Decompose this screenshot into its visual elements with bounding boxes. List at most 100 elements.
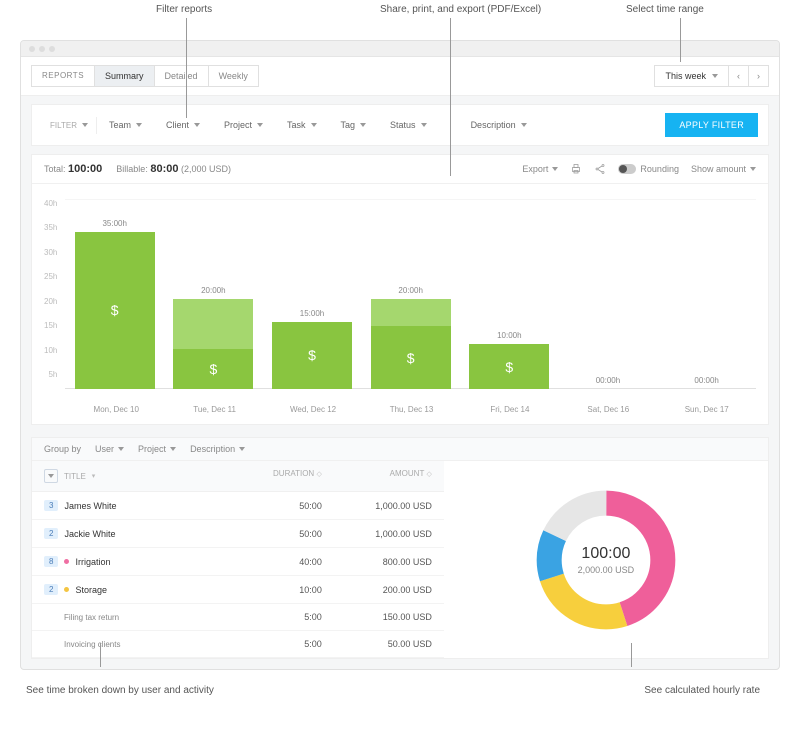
y-axis: 40h35h30h25h20h15h10h5h (44, 199, 65, 379)
count-badge: 2 (44, 528, 58, 539)
filter-team[interactable]: Team (97, 116, 154, 134)
row-duration: 50:00 (242, 501, 322, 511)
bar-column: 35:00h $ (65, 219, 164, 390)
groupby-project[interactable]: Project (138, 444, 176, 454)
row-amount: 1,000.00 USD (322, 529, 432, 539)
dollar-icon: $ (111, 302, 119, 318)
bar-value-label: 10:00h (497, 331, 521, 340)
annotation-share: Share, print, and export (PDF/Excel) (380, 4, 541, 15)
breakdown-card: Group by User Project Description TITLE … (31, 437, 769, 659)
bar-column: 20:00h$ (361, 286, 460, 389)
report-tabs: REPORTS Summary Detailed Weekly (31, 65, 259, 87)
caret-down-icon (82, 123, 88, 127)
filter-tag[interactable]: Tag (329, 116, 379, 134)
time-range-picker: This week ‹ › (654, 65, 769, 87)
bar-value-label: 35:00h (102, 219, 126, 228)
time-next-button[interactable]: › (749, 66, 768, 86)
filter-label[interactable]: FILTER (42, 117, 97, 134)
bar-column: 10:00h $ (460, 331, 559, 389)
bar-value-label: 15:00h (300, 309, 324, 318)
row-name: Invoicing clients (64, 640, 120, 649)
filter-task[interactable]: Task (275, 116, 329, 134)
row-name: Filing tax return (64, 613, 119, 622)
traffic-dot (39, 46, 45, 52)
donut-total-amount: 2,000.00 USD (578, 565, 635, 575)
show-amount-button[interactable]: Show amount (691, 164, 756, 174)
app-window: REPORTS Summary Detailed Weekly This wee… (20, 40, 780, 670)
annotation-filter: Filter reports (156, 4, 212, 15)
bar-column: 20:00h $ (164, 286, 263, 389)
tab-reports[interactable]: REPORTS (32, 66, 95, 86)
bar-value-label: 00:00h (596, 376, 620, 385)
row-duration: 5:00 (242, 612, 322, 622)
bar-segment-billable: $ (272, 322, 352, 390)
bar-segment-billable: $ (469, 344, 549, 389)
export-button[interactable]: Export (522, 164, 558, 174)
traffic-dot (29, 46, 35, 52)
bar-value-label: 20:00h (398, 286, 422, 295)
table-row[interactable]: Invoicing clients5:0050.00 USD (32, 631, 444, 658)
row-name: Jackie White (64, 529, 115, 539)
bar-value-label: 00:00h (694, 376, 718, 385)
apply-filter-button[interactable]: APPLY FILTER (665, 113, 758, 137)
project-color-dot (64, 559, 69, 564)
table-row[interactable]: 8 Irrigation 40:00800.00 USD (32, 548, 444, 576)
billable-time: 80:00 (150, 163, 178, 175)
caret-down-icon (712, 74, 718, 78)
donut-total-time: 100:00 (578, 545, 635, 563)
table-row[interactable]: 2Jackie White50:001,000.00 USD (32, 520, 444, 548)
table-header: TITLE ▾ DURATION ◇ AMOUNT ◇ (32, 461, 444, 492)
row-amount: 150.00 USD (322, 612, 432, 622)
filter-client[interactable]: Client (154, 116, 212, 134)
row-duration: 40:00 (242, 557, 322, 567)
expand-all-icon[interactable] (44, 469, 58, 483)
filter-bar: FILTER Team Client Project Task Tag Stat… (31, 104, 769, 146)
donut-chart: 100:00 2,000.00 USD (444, 461, 768, 658)
summary-header: Total: 100:00 Billable: 80:00 (2,000 USD… (32, 155, 768, 184)
bar-value-label: 20:00h (201, 286, 225, 295)
bars-container: 35:00h$20:00h$15:00h$20:00h$10:00h$00:00… (65, 199, 756, 389)
row-amount: 800.00 USD (322, 557, 432, 567)
filter-project[interactable]: Project (212, 116, 275, 134)
row-amount: 200.00 USD (322, 585, 432, 595)
row-name: Storage (75, 585, 107, 595)
groupby-user[interactable]: User (95, 444, 124, 454)
bar-segment-billable: $ (75, 232, 155, 390)
time-prev-button[interactable]: ‹ (729, 66, 749, 86)
bar-column: 00:00h (559, 376, 658, 389)
tab-summary[interactable]: Summary (95, 66, 155, 86)
bar-segment-nonbillable (173, 299, 253, 349)
printer-icon (570, 163, 582, 175)
breakdown-table: TITLE ▾ DURATION ◇ AMOUNT ◇ 3James White… (32, 461, 444, 658)
x-axis-label: Sun, Dec 17 (658, 405, 756, 414)
toggle-icon (618, 164, 636, 174)
annotation-rate: See calculated hourly rate (644, 685, 760, 696)
row-amount: 1,000.00 USD (322, 501, 432, 511)
tab-weekly[interactable]: Weekly (209, 66, 258, 86)
bar-segment-billable: $ (173, 349, 253, 390)
x-axis-label: Sat, Dec 16 (559, 405, 657, 414)
table-row[interactable]: 2Storage10:00200.00 USD (32, 576, 444, 604)
table-row[interactable]: 3James White50:001,000.00 USD (32, 492, 444, 520)
x-axis: Mon, Dec 10Tue, Dec 11Wed, Dec 12Thu, De… (32, 399, 768, 424)
time-range-select[interactable]: This week (655, 66, 729, 86)
topbar: REPORTS Summary Detailed Weekly This wee… (21, 57, 779, 96)
row-name: James White (64, 501, 116, 511)
table-row[interactable]: Filing tax return 5:00150.00 USD (32, 604, 444, 631)
count-badge: 8 (44, 556, 58, 567)
print-button[interactable] (570, 163, 582, 175)
summary-card: Total: 100:00 Billable: 80:00 (2,000 USD… (31, 154, 769, 425)
group-by-bar: Group by User Project Description (32, 438, 768, 461)
total-time: 100:00 (68, 163, 102, 175)
row-name: Irrigation (75, 557, 110, 567)
groupby-description[interactable]: Description (190, 444, 245, 454)
x-axis-label: Fri, Dec 14 (461, 405, 559, 414)
x-axis-label: Mon, Dec 10 (67, 405, 165, 414)
share-button[interactable] (594, 163, 606, 175)
dollar-icon: $ (308, 347, 316, 363)
filter-status[interactable]: Status (378, 116, 439, 134)
bar-column: 00:00h (657, 376, 756, 389)
tab-detailed[interactable]: Detailed (155, 66, 209, 86)
filter-description[interactable]: Description (459, 116, 539, 134)
rounding-toggle[interactable]: Rounding (618, 164, 679, 174)
